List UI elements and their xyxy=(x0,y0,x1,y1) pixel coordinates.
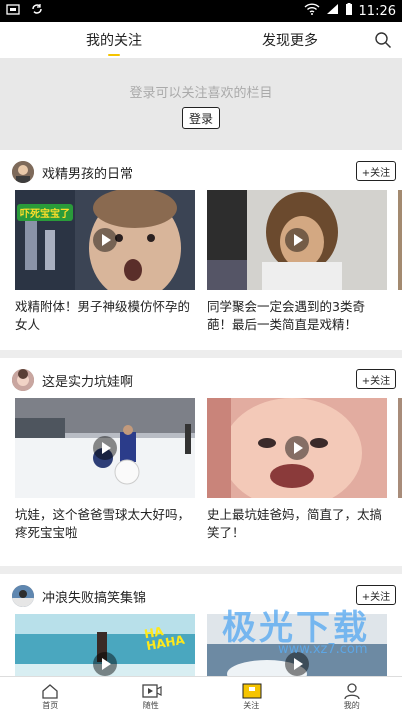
play-icon[interactable] xyxy=(93,652,117,676)
play-icon[interactable] xyxy=(93,436,117,460)
signal-icon xyxy=(326,3,339,19)
login-hint: 登录可以关注喜欢的栏目 xyxy=(129,86,273,101)
play-icon[interactable] xyxy=(93,228,117,252)
top-nav: 我的关注 发现更多 xyxy=(0,22,402,58)
nav-home[interactable]: 首页 xyxy=(0,677,101,716)
follow-icon xyxy=(242,683,262,699)
login-prompt: 登录可以关注喜欢的栏目 登录 xyxy=(0,58,402,150)
video-caption[interactable]: 戏精附体！男子神级模仿怀孕的女人 xyxy=(15,298,195,334)
section-title[interactable]: 冲浪失败搞笑集锦 xyxy=(42,587,146,606)
section-title[interactable]: 戏精男孩的日常 xyxy=(42,163,133,182)
video-thumbnail[interactable] xyxy=(207,190,387,290)
nav-me[interactable]: 我的 xyxy=(302,677,402,716)
video-thumbnail[interactable]: 吓死宝宝了 xyxy=(15,190,195,290)
section-title[interactable]: 这是实力坑娃啊 xyxy=(42,371,133,390)
video-thumbnail[interactable] xyxy=(15,398,195,498)
status-bar: 11:26 xyxy=(0,0,402,22)
home-icon xyxy=(41,683,59,699)
screenshot-icon xyxy=(6,3,20,19)
nav-follow-label: 关注 xyxy=(243,700,260,710)
video-card[interactable]: 同学聚会一定会遇到的3类奇葩！最后一类简直是戏精！ xyxy=(207,190,387,334)
next-thumbnail-peek xyxy=(398,398,402,498)
section-divider xyxy=(0,566,402,574)
video-card[interactable]: HA HAHA xyxy=(15,614,195,676)
wifi-icon xyxy=(304,3,320,19)
section-divider xyxy=(0,350,402,358)
video-caption[interactable]: 坑娃，这个爸爸雪球太大好吗，疼死宝宝啦 xyxy=(15,506,195,542)
play-icon[interactable] xyxy=(285,436,309,460)
follow-button[interactable]: +关注 xyxy=(356,161,396,181)
video-thumbnail[interactable] xyxy=(207,398,387,498)
avatar[interactable] xyxy=(12,585,34,607)
battery-icon xyxy=(345,2,353,20)
bottom-nav: 首页 随性 关注 我的 xyxy=(0,676,402,716)
follow-button[interactable]: +关注 xyxy=(356,369,396,389)
tab-my-follows[interactable]: 我的关注 xyxy=(86,30,142,56)
sticker-label: 吓死宝宝了 xyxy=(17,204,73,221)
section-card: 这是实力坑娃啊 +关注 坑娃，这个爸爸雪球太大好吗，疼死宝宝啦 史上最坑娃爸妈，… xyxy=(0,358,402,566)
avatar[interactable] xyxy=(12,369,34,391)
nav-random[interactable]: 随性 xyxy=(101,677,202,716)
section-header: 戏精男孩的日常 +关注 xyxy=(12,160,396,184)
nav-home-label: 首页 xyxy=(42,700,59,710)
video-card[interactable]: 吓死宝宝了 戏精附体！男子神级模仿怀孕的女人 xyxy=(15,190,195,334)
avatar[interactable] xyxy=(12,161,34,183)
nav-random-label: 随性 xyxy=(142,700,159,710)
tab-discover-more[interactable]: 发现更多 xyxy=(262,30,318,50)
section-card: 戏精男孩的日常 +关注 吓死宝宝了 戏精附体！男子神级模仿怀孕的女人 同学聚会一… xyxy=(0,150,402,350)
watermark-url: www.xz7.com xyxy=(278,642,368,657)
search-icon[interactable] xyxy=(374,31,392,49)
clock-time: 11:26 xyxy=(358,3,396,19)
video-card[interactable]: 坑娃，这个爸爸雪球太大好吗，疼死宝宝啦 xyxy=(15,398,195,542)
play-icon[interactable] xyxy=(285,228,309,252)
nav-follow[interactable]: 关注 xyxy=(201,677,302,716)
video-thumbnail[interactable]: HA HAHA xyxy=(15,614,195,676)
video-card[interactable]: 史上最坑娃爸妈，简直了，太搞笑了！ xyxy=(207,398,387,542)
section-header: 这是实力坑娃啊 +关注 xyxy=(12,368,396,392)
video-icon xyxy=(142,683,162,699)
sync-icon xyxy=(30,2,44,20)
login-button[interactable]: 登录 xyxy=(182,107,220,129)
video-caption[interactable]: 史上最坑娃爸妈，简直了，太搞笑了！ xyxy=(207,506,387,542)
nav-me-label: 我的 xyxy=(343,700,360,710)
video-caption[interactable]: 同学聚会一定会遇到的3类奇葩！最后一类简直是戏精！ xyxy=(207,298,387,334)
next-thumbnail-peek xyxy=(398,190,402,290)
user-icon xyxy=(343,682,361,699)
